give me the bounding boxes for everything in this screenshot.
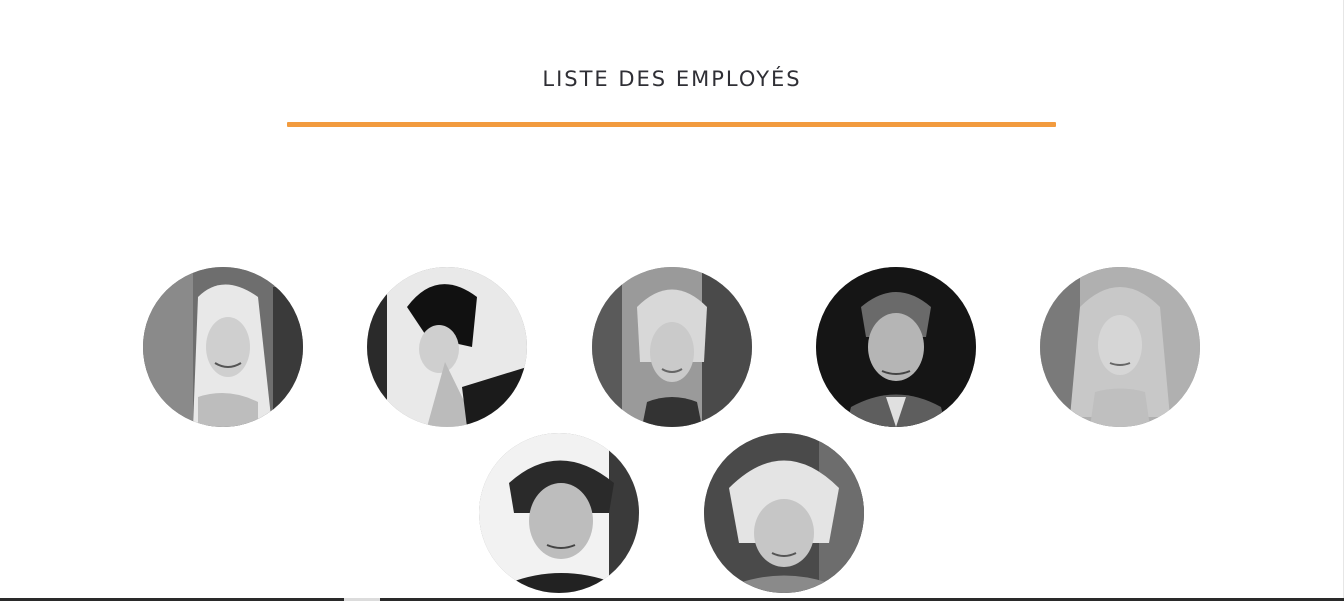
title-divider	[287, 122, 1056, 127]
employee-list-page: LISTE DES EMPLOYÉS	[0, 0, 1344, 601]
page-title: LISTE DES EMPLOYÉS	[542, 67, 802, 92]
employee-avatar-2[interactable]	[367, 267, 527, 427]
employee-avatar-5[interactable]	[1040, 267, 1200, 427]
employee-avatar-4[interactable]	[816, 267, 976, 427]
employee-avatar-7[interactable]	[704, 433, 864, 593]
employee-avatar-1[interactable]	[143, 267, 303, 427]
employee-avatar-6[interactable]	[479, 433, 639, 593]
employee-avatar-3[interactable]	[592, 267, 752, 427]
